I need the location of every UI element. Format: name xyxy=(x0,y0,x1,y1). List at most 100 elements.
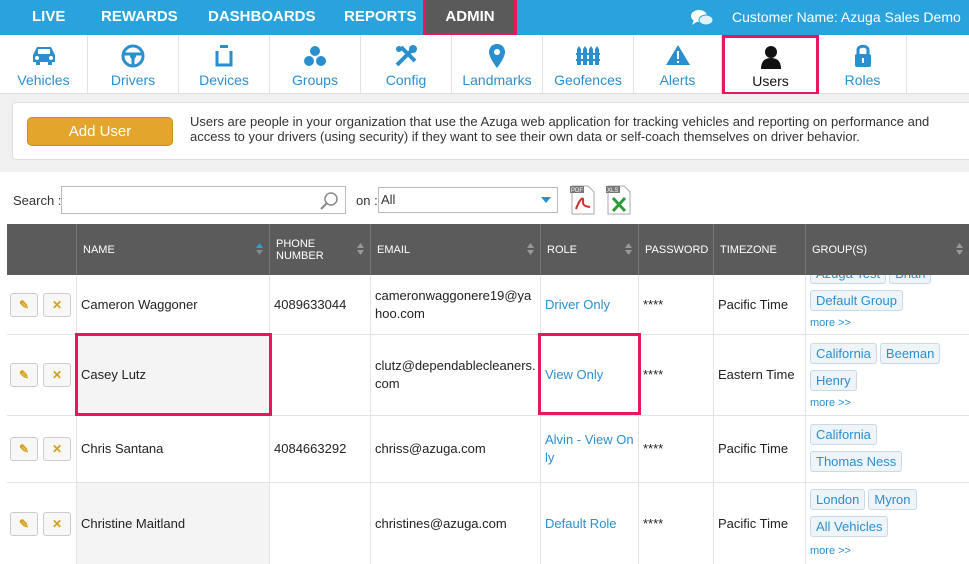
tab-devices[interactable]: Devices xyxy=(179,35,270,93)
tab-config[interactable]: Config xyxy=(361,35,452,93)
header-role[interactable]: ROLE xyxy=(541,224,639,275)
sort-icon[interactable] xyxy=(527,242,534,256)
admin-subnav: Vehicles Drivers Devices Groups Config L… xyxy=(0,35,969,95)
sort-icon[interactable] xyxy=(357,242,364,256)
cell-groups: Azuga TestBrian Default Group more >> xyxy=(806,275,969,334)
cell-email: clutz@dependablecleaners.com xyxy=(371,335,541,415)
customer-name: Customer Name: Azuga Sales DemoA xyxy=(732,9,961,25)
user-timezone: Pacific Time xyxy=(718,296,789,312)
cell-email: chriss@azuga.com xyxy=(371,416,541,482)
tab-groups[interactable]: Groups xyxy=(270,35,361,93)
delete-button[interactable]: ✕ xyxy=(43,511,71,536)
search-input[interactable] xyxy=(61,186,346,214)
header-label: PHONE NUMBER xyxy=(276,237,324,262)
edit-button[interactable]: ✎ xyxy=(10,363,38,387)
cell-name: Christine Maitland xyxy=(77,483,270,564)
more-groups-link[interactable]: more >> xyxy=(810,317,851,329)
delete-button[interactable]: ✕ xyxy=(43,292,71,317)
header-label: EMAIL xyxy=(377,243,411,256)
xls-export-icon[interactable]: XLS xyxy=(606,185,632,215)
role-link[interactable]: View Only xyxy=(545,366,634,384)
sort-icon[interactable] xyxy=(625,242,632,256)
table-row: ✎ ✕ Chris Santana 4084663292 chriss@azug… xyxy=(7,416,969,483)
header-name[interactable]: NAME xyxy=(77,224,270,275)
delete-button[interactable]: ✕ xyxy=(43,363,71,387)
close-icon: ✕ xyxy=(51,368,63,382)
group-tag[interactable]: Henry xyxy=(810,370,857,391)
group-tag[interactable]: California xyxy=(810,424,877,445)
group-tag[interactable]: Brian xyxy=(889,275,932,284)
group-tag[interactable]: Default Group xyxy=(810,290,903,311)
user-name: Chris Santana xyxy=(81,441,164,456)
pdf-export-icon[interactable]: PDF xyxy=(570,185,596,215)
group-tag[interactable]: Azuga Test xyxy=(810,275,887,284)
cell-groups: London Myron All Vehicles more >> xyxy=(806,483,969,564)
cell-timezone: Pacific Time xyxy=(714,416,806,482)
tab-label: Groups xyxy=(292,72,338,88)
pencil-icon: ✎ xyxy=(18,368,30,382)
header-label: GROUP(S) xyxy=(812,243,867,256)
users-description: Users are people in your organization th… xyxy=(190,114,969,144)
search-icon[interactable] xyxy=(319,191,339,211)
nav-rewards[interactable]: REWARDS xyxy=(101,0,178,35)
search-on-label: on : xyxy=(356,193,378,208)
row-actions: ✎ ✕ xyxy=(7,335,77,415)
chat-icon[interactable] xyxy=(690,9,714,27)
select-value: All xyxy=(381,192,396,207)
cell-role: Driver Only xyxy=(541,275,639,334)
nav-dashboards[interactable]: DASHBOARDS xyxy=(208,0,316,35)
more-groups-link[interactable]: more >> xyxy=(810,545,851,557)
chevron-down-icon xyxy=(541,197,551,203)
tab-geofences[interactable]: Geofences xyxy=(543,35,634,93)
nav-live[interactable]: LIVE xyxy=(32,0,65,35)
user-phone: 4084663292 xyxy=(274,441,347,456)
nav-admin[interactable]: ADMIN xyxy=(423,0,517,36)
cell-phone xyxy=(270,483,371,564)
tab-users[interactable]: Users xyxy=(722,35,819,95)
tab-roles[interactable]: Roles xyxy=(819,35,907,93)
role-link[interactable]: Alvin - View Only xyxy=(545,431,634,467)
user-password: **** xyxy=(643,515,664,531)
user-phone: 4089633044 xyxy=(274,296,347,312)
tab-label: Geofences xyxy=(554,72,622,88)
tab-alerts[interactable]: Alerts xyxy=(634,35,722,93)
header-email[interactable]: EMAIL xyxy=(371,224,541,275)
fence-icon xyxy=(576,46,600,65)
group-tag[interactable]: California xyxy=(810,343,877,364)
close-icon: ✕ xyxy=(51,442,63,456)
delete-button[interactable]: ✕ xyxy=(43,437,71,461)
role-link[interactable]: Default Role xyxy=(545,515,634,533)
cell-role: Alvin - View Only xyxy=(541,416,639,482)
group-tag[interactable]: Beeman xyxy=(879,343,941,364)
description-line-1: Users are people in your organization th… xyxy=(190,114,930,129)
header-label: TIMEZONE xyxy=(720,243,777,256)
header-groups[interactable]: GROUP(S) xyxy=(806,224,969,275)
tab-drivers[interactable]: Drivers xyxy=(88,35,179,93)
tab-landmarks[interactable]: Landmarks xyxy=(452,35,543,93)
more-groups-link[interactable]: more >> xyxy=(810,397,851,409)
nav-reports[interactable]: REPORTS xyxy=(344,0,417,35)
header-label: ROLE xyxy=(547,243,577,256)
cell-name: Casey Lutz xyxy=(77,335,270,415)
group-tag[interactable]: Myron xyxy=(868,489,917,510)
group-tag[interactable]: Thomas Ness xyxy=(810,451,903,472)
user-timezone: Pacific Time xyxy=(718,515,789,531)
car-icon xyxy=(32,47,55,65)
group-tag[interactable]: All Vehicles xyxy=(810,516,889,537)
sort-asc-icon[interactable] xyxy=(256,242,263,256)
edit-button[interactable]: ✎ xyxy=(10,292,38,317)
role-link[interactable]: Driver Only xyxy=(545,296,634,314)
sort-icon[interactable] xyxy=(956,242,963,256)
user-email: christines@azuga.com xyxy=(375,515,507,531)
header-phone[interactable]: PHONE NUMBER xyxy=(270,224,371,275)
edit-button[interactable]: ✎ xyxy=(10,437,38,461)
table-row: ✎ ✕ Christine Maitland christines@azuga.… xyxy=(7,483,969,564)
add-user-button[interactable]: Add User xyxy=(27,117,173,146)
tab-label: Drivers xyxy=(110,72,156,88)
edit-button[interactable]: ✎ xyxy=(10,511,38,536)
device-icon xyxy=(215,45,233,67)
tab-vehicles[interactable]: Vehicles xyxy=(0,35,88,93)
group-tag[interactable]: London xyxy=(810,489,866,510)
cell-phone: 4084663292 xyxy=(270,416,371,482)
search-field-select[interactable]: All xyxy=(378,187,558,213)
